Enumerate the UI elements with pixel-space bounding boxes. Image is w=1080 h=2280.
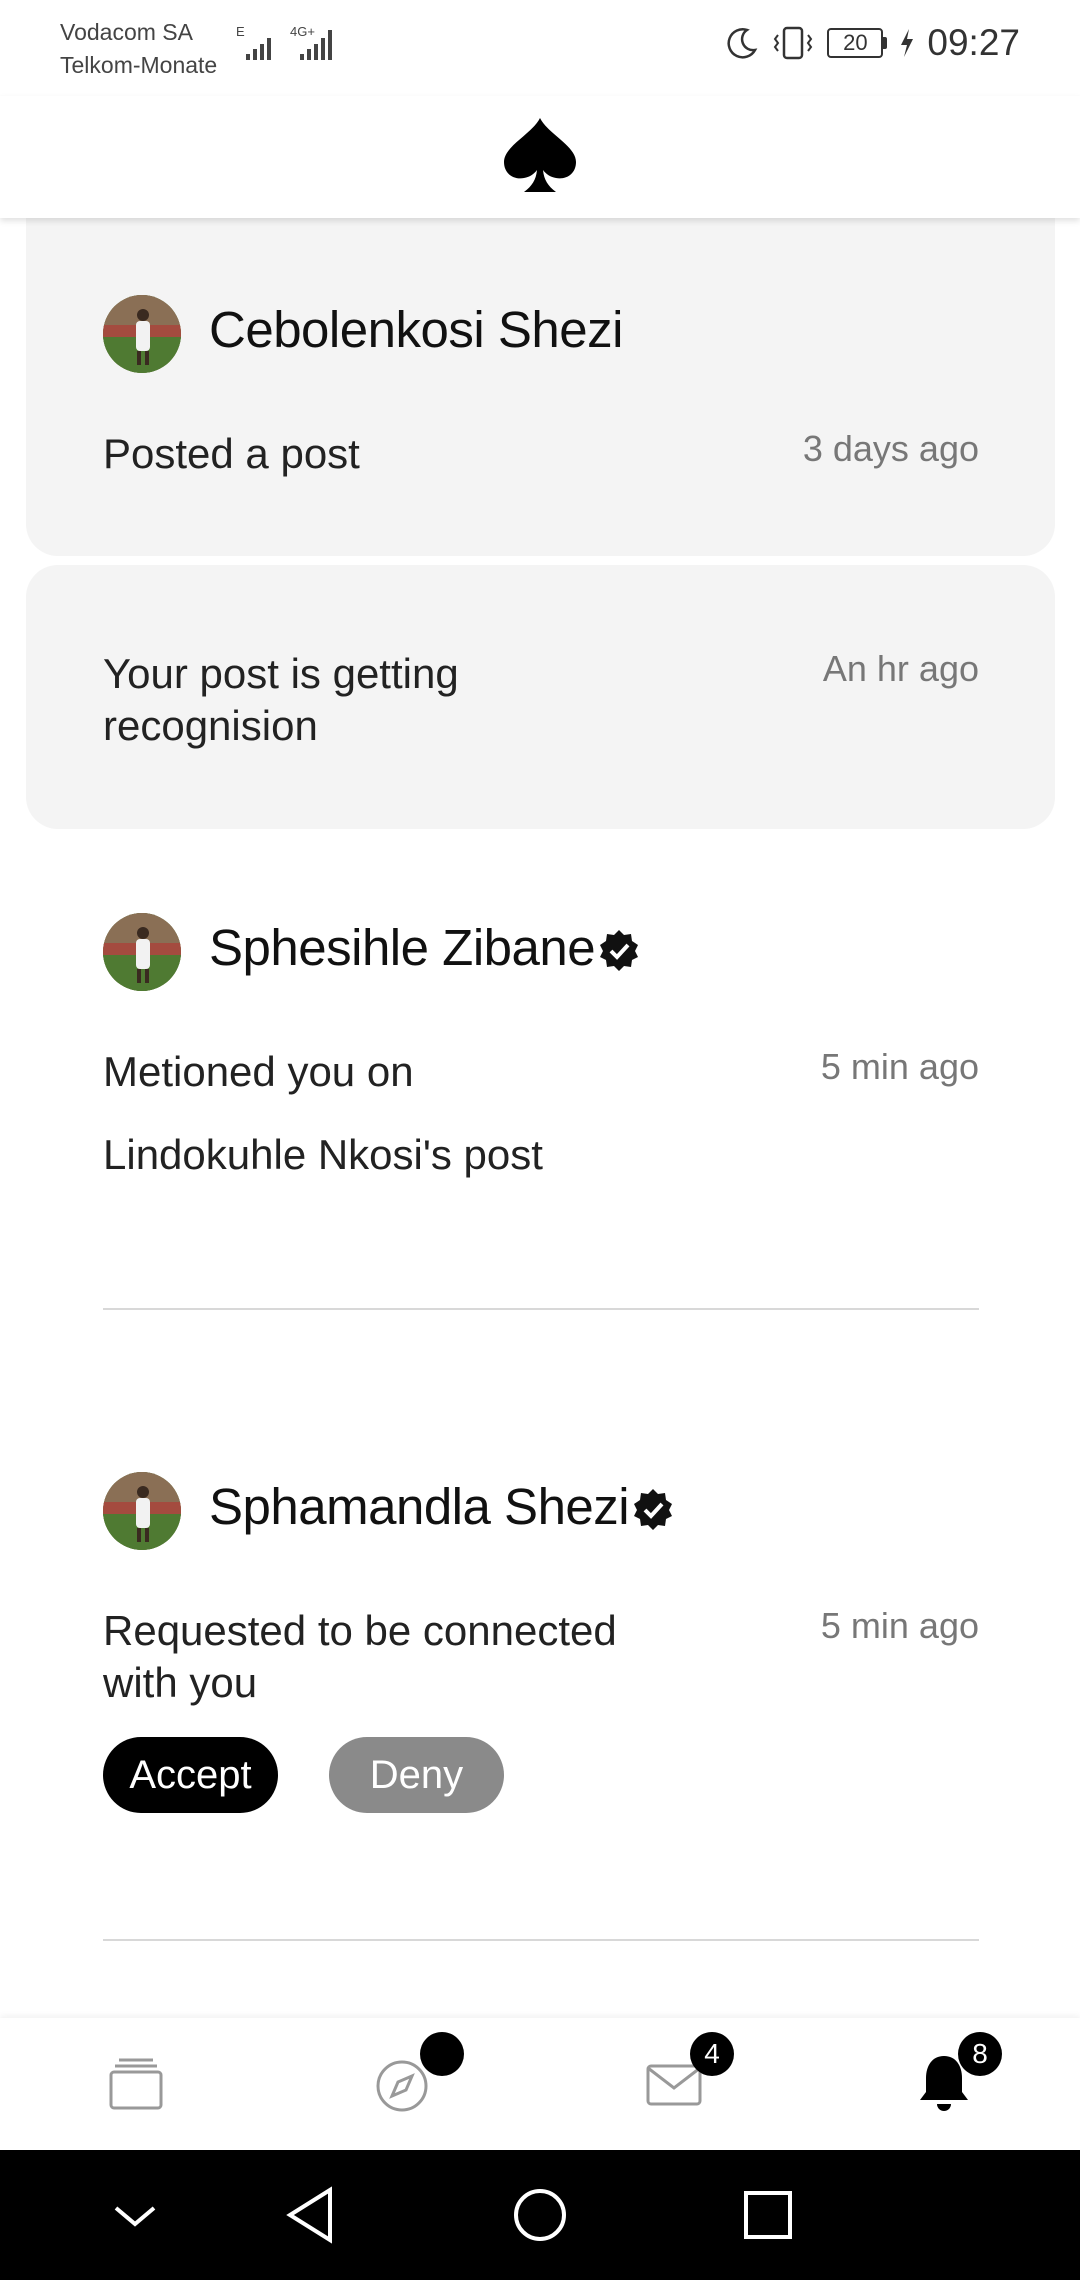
system-nav-bar bbox=[0, 2150, 1080, 2280]
battery-icon: 20 bbox=[827, 28, 888, 58]
signal-icon: E 4G+ bbox=[236, 24, 332, 60]
carrier-1: Vodacom SA bbox=[60, 19, 193, 45]
network-1-label: E bbox=[236, 24, 245, 39]
nav-notifications[interactable]: 8 bbox=[910, 2032, 1002, 2118]
carrier-info: Vodacom SA Telkom-Monate bbox=[60, 16, 217, 82]
user-name-row[interactable]: Sphesihle Zibane bbox=[209, 918, 641, 977]
divider bbox=[103, 1939, 979, 1941]
nav-cards[interactable] bbox=[99, 2048, 169, 2118]
notification-time: 3 days ago bbox=[802, 428, 979, 469]
notification-card[interactable] bbox=[26, 198, 1055, 556]
status-right: 20 09:27 bbox=[725, 22, 1020, 64]
spade-icon[interactable] bbox=[502, 116, 578, 196]
avatar-photo bbox=[103, 295, 181, 373]
app-header bbox=[0, 96, 1080, 218]
avatar[interactable] bbox=[103, 1472, 181, 1550]
verified-icon bbox=[634, 1488, 673, 1530]
status-bar: Vodacom SA Telkom-Monate E 4G+ 20 09:27 bbox=[0, 0, 1080, 96]
messages-badge: 4 bbox=[690, 2032, 734, 2076]
nav-messages[interactable]: 4 bbox=[640, 2032, 734, 2118]
notification-time: 5 min ago bbox=[820, 1605, 979, 1646]
deny-button[interactable]: Deny bbox=[329, 1737, 504, 1813]
network-2-label: 4G+ bbox=[290, 24, 315, 39]
bottom-nav: 4 8 bbox=[0, 2018, 1080, 2150]
accept-button[interactable]: Accept bbox=[103, 1737, 278, 1813]
divider bbox=[103, 1308, 979, 1310]
avatar-photo bbox=[103, 913, 181, 991]
notifications-badge: 8 bbox=[958, 2032, 1002, 2076]
nav-explore[interactable] bbox=[368, 2032, 464, 2118]
clock: 09:27 bbox=[927, 22, 1020, 63]
chevron-down-icon[interactable] bbox=[110, 2180, 160, 2250]
notification-text: Posted a post bbox=[103, 430, 360, 477]
verified-icon bbox=[600, 929, 639, 971]
user-name-row[interactable]: Sphamandla Shezi bbox=[209, 1477, 675, 1536]
home-icon[interactable] bbox=[510, 2180, 570, 2250]
battery-level: 20 bbox=[827, 28, 884, 58]
back-icon[interactable] bbox=[282, 2180, 338, 2250]
notification-text: Your post is getting recognision bbox=[103, 650, 459, 749]
notification-text: Requested to be connected with you bbox=[103, 1607, 617, 1706]
notification-time: 5 min ago bbox=[820, 1046, 979, 1087]
charging-icon bbox=[901, 29, 914, 57]
recents-icon[interactable] bbox=[738, 2180, 798, 2250]
avatar[interactable] bbox=[103, 295, 181, 373]
vibrate-icon bbox=[774, 26, 813, 60]
explore-badge bbox=[420, 2032, 464, 2076]
notification-text-line2[interactable]: Lindokuhle Nkosi's post bbox=[103, 1129, 543, 1181]
user-name[interactable]: Sphesihle Zibane bbox=[209, 918, 596, 977]
notification-time: An hr ago bbox=[822, 648, 979, 689]
notification-text-line1: Metioned you on bbox=[103, 1048, 414, 1095]
avatar[interactable] bbox=[103, 913, 181, 991]
user-name[interactable]: Cebolenkosi Shezi bbox=[209, 300, 623, 359]
avatar-photo bbox=[103, 1472, 181, 1550]
user-name[interactable]: Sphamandla Shezi bbox=[209, 1477, 630, 1536]
cards-icon[interactable] bbox=[99, 2048, 169, 2118]
moon-icon bbox=[727, 28, 758, 59]
carrier-2: Telkom-Monate bbox=[60, 52, 218, 78]
notifications-screen: Vodacom SA Telkom-Monate E 4G+ 20 09:27 … bbox=[0, 0, 1080, 2280]
